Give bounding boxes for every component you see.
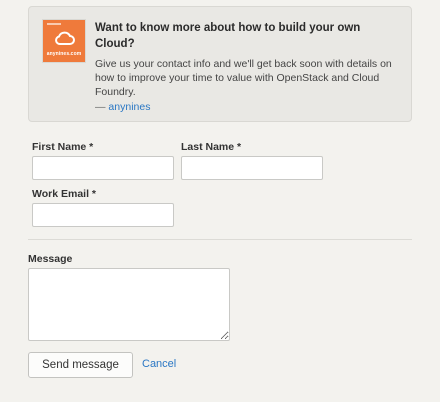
cloud-icon [55,31,75,45]
message-textarea[interactable] [28,268,230,341]
last-name-field[interactable] [181,156,323,180]
signature-prefix: — [95,101,109,113]
work-email-label: Work Email * [32,188,96,200]
first-name-field[interactable] [32,156,174,180]
work-email-field[interactable] [32,203,174,227]
promo-body: Give us your contact info and we'll get … [95,58,392,98]
first-name-label: First Name * [32,141,94,153]
cancel-link[interactable]: Cancel [142,358,176,370]
message-label: Message [28,253,73,265]
logo-text: anynines.com [46,51,82,57]
promo-title: Want to know more about how to build you… [95,22,361,50]
send-message-button[interactable]: Send message [28,352,133,378]
form-divider [28,239,412,240]
anynines-link[interactable]: anynines [108,101,150,113]
last-name-label: Last Name * [181,141,242,153]
promo-signature: — anynines [95,101,150,113]
promo-card: anynines.com Want to know more about how… [28,6,412,122]
anynines-logo: anynines.com [42,19,86,63]
